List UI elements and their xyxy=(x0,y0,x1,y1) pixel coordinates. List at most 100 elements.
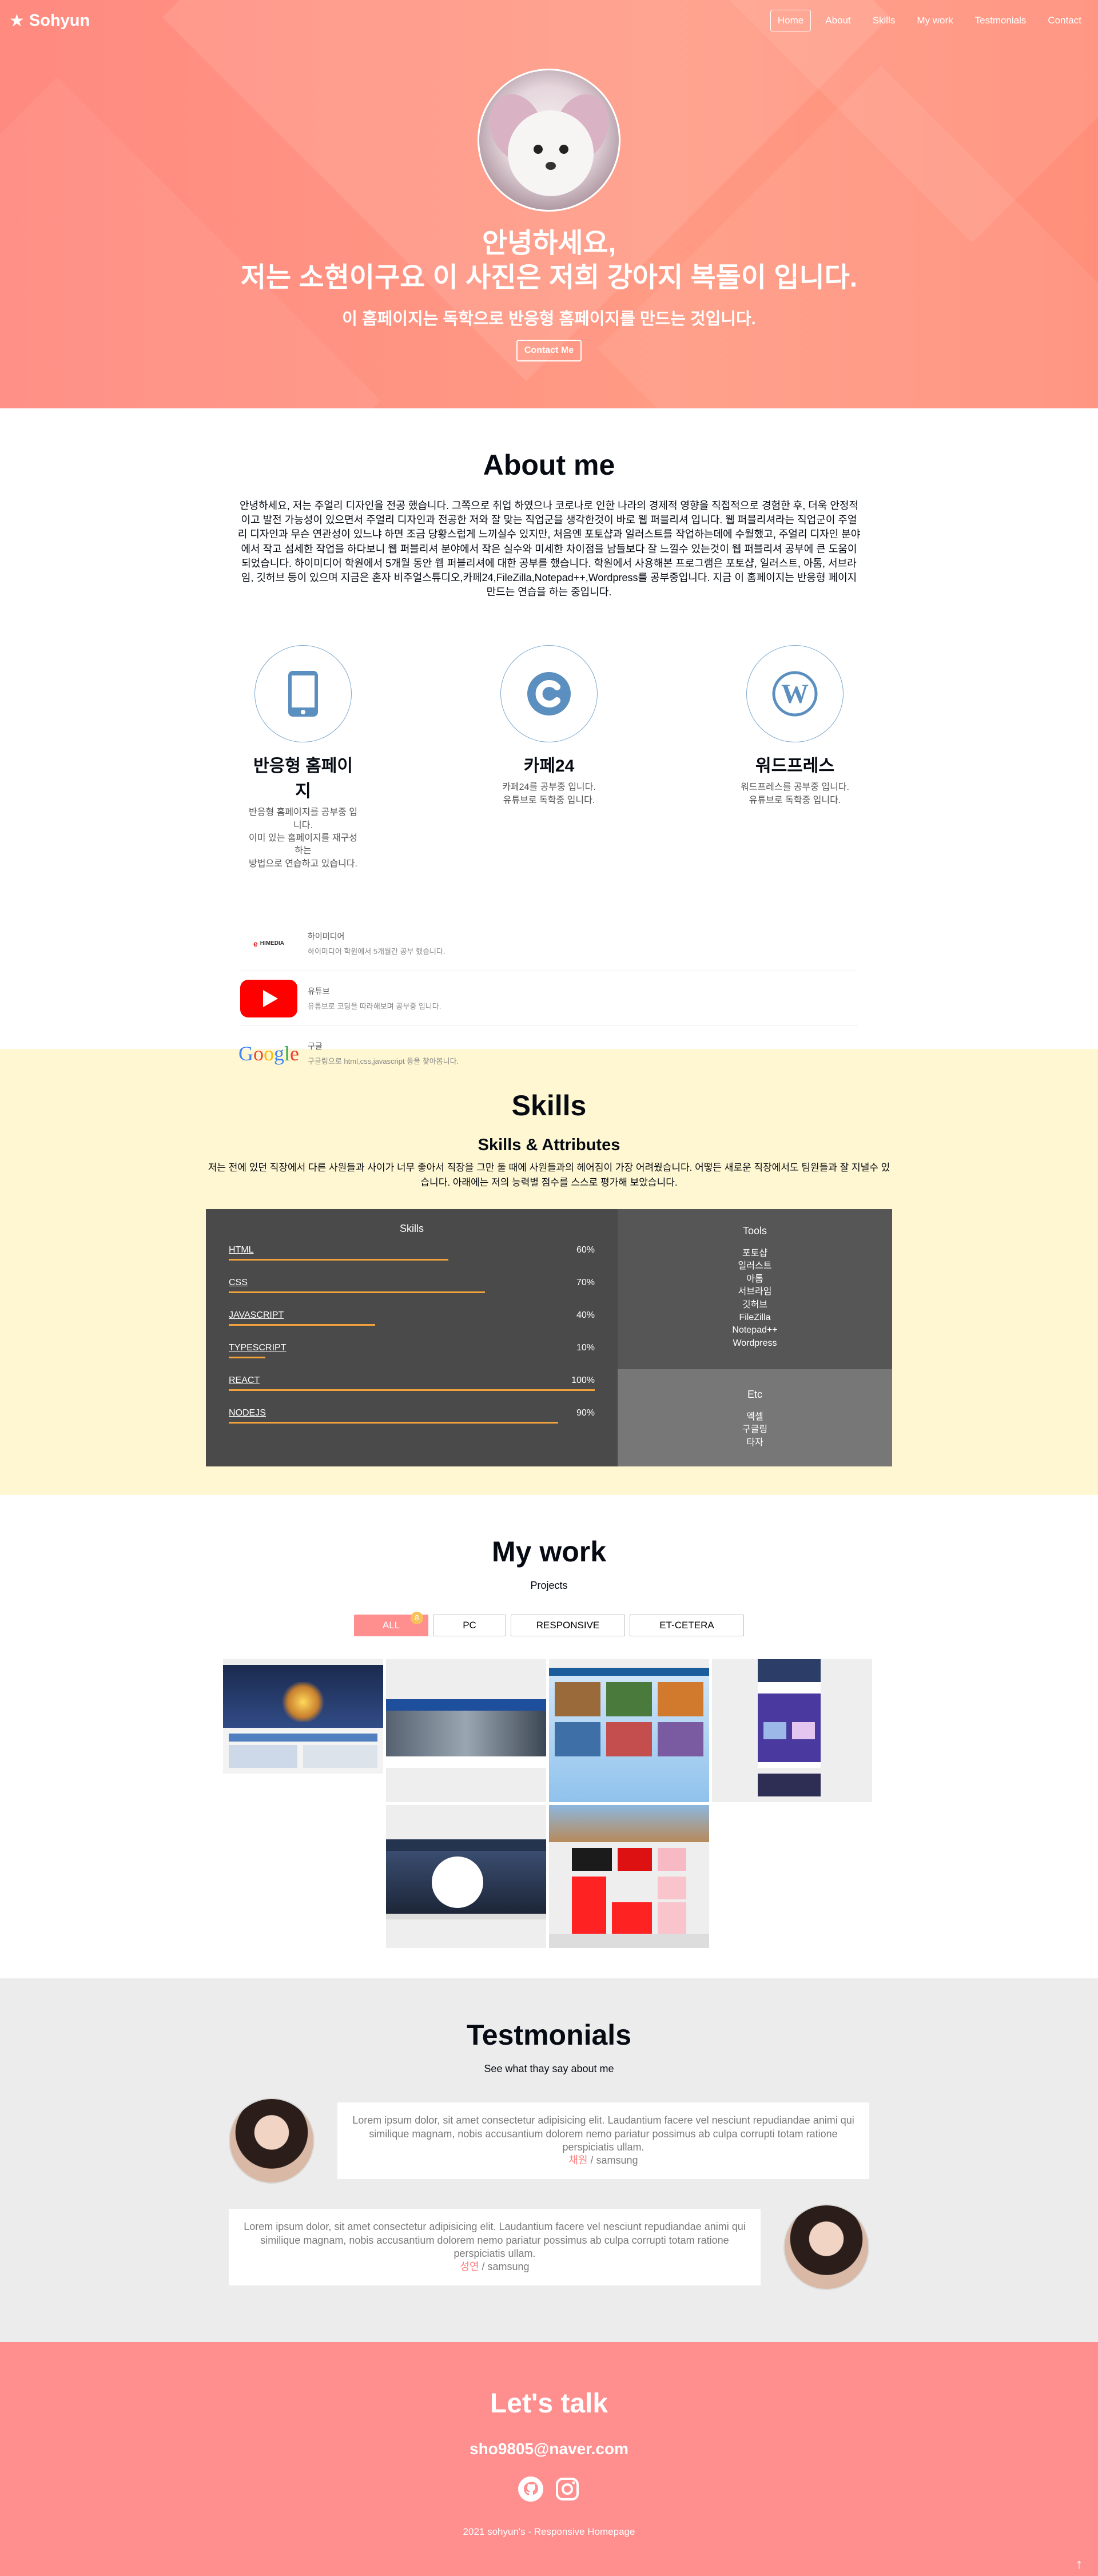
skill-lists-panel: Tools 포토샵일러스트아톰서브라임깃허브 FileZilla Notepad++… xyxy=(618,1209,892,1466)
about-section: About me 안녕하세요, 저는 주얼리 디자인을 전공 했습니다. 그쪽으… xyxy=(0,408,1098,1082)
project-card[interactable] xyxy=(549,1659,709,1802)
list-item: Wordpress xyxy=(733,1338,777,1348)
skill-item: TYPESCRIPT 10% xyxy=(229,1343,595,1358)
etc-list: 엑셀 구글링 타자 xyxy=(618,1411,892,1449)
job-youtube: 유튜브 유튜브로 코딩을 따라해보며 공부중 입니다. xyxy=(240,971,858,1027)
category-count-badge: 8 xyxy=(411,1612,423,1624)
wordpress-icon: W xyxy=(746,645,844,743)
menu-item-skills[interactable]: Skills xyxy=(865,10,903,31)
skill-name: JAVASCRIPT xyxy=(229,1310,284,1320)
tools-title: Tools xyxy=(742,1225,767,1237)
skill-item: HTML 60% xyxy=(229,1245,595,1261)
job-description: 하이미디어 학원에서 5개월간 공부 했습니다. xyxy=(308,947,445,956)
testimonial-bubble: Lorem ipsum dolor, sit amet consectetur … xyxy=(337,2102,869,2179)
logo[interactable]: ★ Sohyun xyxy=(9,11,90,31)
testimonial-avatar xyxy=(783,2204,869,2290)
arrow-up-icon[interactable]: ↑ xyxy=(1071,2557,1088,2574)
testimonial-bubble: Lorem ipsum dolor, sit amet consectetur … xyxy=(229,2209,761,2285)
skill-bar xyxy=(229,1259,595,1261)
list-item: 아톰 xyxy=(746,1274,763,1284)
skill-name: TYPESCRIPT xyxy=(229,1343,287,1353)
skillset: Skills HTML 60% CSS 70% JAVASCRIPT 40% TYPESCR… xyxy=(206,1209,892,1466)
himedia-logo: e HIMEDIA xyxy=(253,939,285,948)
skill-bar xyxy=(229,1324,595,1326)
major-title: 반응형 홈페이지 xyxy=(253,757,353,801)
skill-item: CSS 70% xyxy=(229,1278,595,1293)
job-description: 구글링으로 html,css,javascript 등을 찾아봅니다. xyxy=(308,1057,459,1066)
testimonial-company: / samsung xyxy=(479,2261,530,2273)
contact-section: Let's talk sho9805@naver.com 2021 sohyun… xyxy=(0,2342,1098,2576)
tools-list: 포토샵일러스트아톰서브라임깃허브 FileZilla Notepad++ Wordpr… xyxy=(618,1247,892,1350)
majors: 반응형 홈페이지 반응형 홈페이지를 공부중 입니다. 이미 있는 홈페이지를 … xyxy=(0,645,1098,870)
major-title: 워드프레스 xyxy=(755,757,834,776)
job-name: 유튜브 xyxy=(308,987,330,996)
list-item: FileZilla xyxy=(739,1312,771,1322)
testimonial: Lorem ipsum dolor, sit amet consectetur … xyxy=(229,2204,869,2290)
skill-bar xyxy=(229,1291,595,1293)
skill-value: 60% xyxy=(576,1245,595,1255)
home-content: 안녕하세요, 저는 소현이구요 이 사진은 저희 강아지 복돌이 입니다. 이 … xyxy=(0,0,1098,361)
skill-value: 70% xyxy=(576,1278,595,1287)
menu-item-my-work[interactable]: My work xyxy=(909,10,960,31)
category-responsive-button[interactable]: RESPONSIVE xyxy=(511,1615,625,1636)
projects-grid xyxy=(223,1659,875,1948)
menu-item-contact[interactable]: Contact xyxy=(1040,10,1089,31)
list-item: 엑셀 xyxy=(746,1412,763,1422)
skill-name: NODEJS xyxy=(229,1408,266,1418)
category-pc-button[interactable]: PC xyxy=(433,1615,506,1636)
github-icon[interactable] xyxy=(517,2475,544,2506)
youtube-logo xyxy=(240,979,297,1017)
home-description: 이 홈페이지는 독학으로 반응형 홈페이지를 만드는 것입니다. xyxy=(342,310,756,328)
list-item: 타자 xyxy=(746,1437,763,1448)
contact-me-button[interactable]: Contact Me xyxy=(516,340,582,361)
skill-bar xyxy=(229,1389,595,1391)
testimonial-text: Lorem ipsum dolor, sit amet consectetur … xyxy=(352,2114,854,2153)
list-item: 포토샵 xyxy=(742,1249,768,1258)
menu-item-about[interactable]: About xyxy=(818,10,858,31)
skills-subtitle: Skills & Attributes xyxy=(478,1136,620,1154)
major-cafe24: 카페24 카페24를 공부중 입니다. 유튜브로 독학중 입니다. xyxy=(492,645,606,870)
menu-item-testimonials[interactable]: Testmonials xyxy=(968,10,1034,31)
skills-section: Skills Skills & Attributes 저는 전에 있던 직장에서… xyxy=(0,1049,1098,1495)
skill-bar-fill xyxy=(229,1259,448,1261)
skill-name: HTML xyxy=(229,1245,254,1255)
navbar: ★ Sohyun Home About Skills My work Testm… xyxy=(0,0,1098,41)
project-card[interactable] xyxy=(549,1805,709,1948)
category-etcetera-button[interactable]: ET-CETERA xyxy=(630,1615,744,1636)
testimonial: Lorem ipsum dolor, sit amet consectetur … xyxy=(229,2098,869,2184)
skill-value: 100% xyxy=(571,1376,595,1385)
skill-value: 40% xyxy=(576,1310,595,1320)
contact-title: Let's talk xyxy=(490,2388,608,2419)
work-categories: ALL 8 PC RESPONSIVE ET-CETERA xyxy=(0,1612,1098,1636)
project-card[interactable] xyxy=(712,1659,872,1802)
skill-name: CSS xyxy=(229,1278,248,1287)
list-item: 서브라임 xyxy=(738,1287,772,1297)
skill-item: REACT 100% xyxy=(229,1376,595,1391)
etc-title: Etc xyxy=(747,1389,762,1400)
home-title: 안녕하세요, 저는 소현이구요 이 사진은 저희 강아지 복돌이 입니다. xyxy=(240,228,858,293)
category-all-button[interactable]: ALL 8 xyxy=(354,1612,428,1636)
menu-item-home[interactable]: Home xyxy=(770,10,811,31)
project-card[interactable] xyxy=(223,1659,383,1802)
instagram-icon[interactable] xyxy=(554,2475,581,2506)
home-section: 안녕하세요, 저는 소현이구요 이 사진은 저희 강아지 복돌이 입니다. 이 … xyxy=(0,0,1098,408)
job-name: 구글 xyxy=(308,1041,323,1051)
project-card[interactable] xyxy=(386,1805,546,1948)
work-subtitle: Projects xyxy=(530,1580,568,1591)
list-item: 일러스트 xyxy=(738,1261,772,1271)
etc-panel: Etc 엑셀 구글링 타자 xyxy=(618,1369,892,1466)
about-title: About me xyxy=(483,449,615,481)
skills-title: Skills xyxy=(511,1090,587,1122)
project-card[interactable] xyxy=(386,1659,546,1802)
logo-text: Sohyun xyxy=(29,11,90,30)
google-logo: Google xyxy=(238,1041,299,1065)
list-item: 깃허브 xyxy=(742,1299,768,1310)
dog-avatar xyxy=(478,69,620,212)
testimonial-name: 채원 xyxy=(568,2154,588,2166)
work-section: My work Projects ALL 8 PC RESPONSIVE ET-… xyxy=(0,1495,1098,1978)
job-himedia: e HIMEDIA 하이미디어 하이미디어 학원에서 5개월간 공부 했습니다. xyxy=(240,916,858,972)
skill-bars-panel: Skills HTML 60% CSS 70% JAVASCRIPT 40% TYPESCR… xyxy=(206,1209,618,1466)
major-wordpress: W 워드프레스 워드프레스를 공부중 입니다. 유튜브로 독학중 입니다. xyxy=(738,645,852,870)
contact-email[interactable]: sho9805@naver.com xyxy=(0,2440,1098,2458)
list-item: Notepad++ xyxy=(732,1325,778,1335)
